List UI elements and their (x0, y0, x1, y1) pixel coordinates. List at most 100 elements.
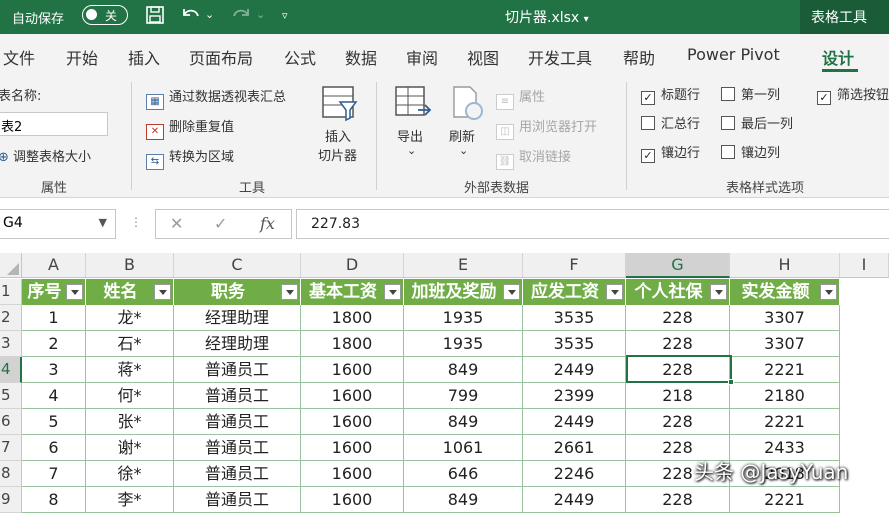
table-header-net-pay[interactable]: 实发金额 (730, 279, 840, 305)
resize-table-button[interactable]: ⊕ 调整表格大小 (0, 146, 91, 165)
cell-h6[interactable]: 2221 (730, 409, 840, 435)
checkbox-banded-columns[interactable]: 镶边列 (721, 142, 780, 161)
checkbox-filter-button[interactable]: ✓ 筛选按钮 (817, 84, 889, 105)
cell-h3[interactable]: 3307 (730, 331, 840, 357)
cell-c9[interactable]: 普通员工 (174, 487, 301, 513)
export-icon[interactable] (394, 84, 432, 122)
tab-view[interactable]: 视图 (467, 45, 499, 69)
tab-data[interactable]: 数据 (345, 45, 377, 69)
summarize-pivot-button[interactable]: ▦ 通过数据透视表汇总 (146, 86, 286, 110)
row-header-6[interactable]: 6 (0, 409, 22, 435)
column-header-e[interactable]: E (404, 253, 523, 278)
cancel-icon[interactable]: ✕ (170, 214, 183, 233)
cell-h2[interactable]: 3307 (730, 305, 840, 331)
cell-f4[interactable]: 2449 (523, 357, 626, 383)
undo-dropdown-icon[interactable]: ⌄ (205, 8, 214, 21)
tab-review[interactable]: 审阅 (406, 45, 438, 69)
customize-toolbar-icon[interactable]: ▿ (282, 9, 288, 22)
column-header-f[interactable]: F (523, 253, 626, 278)
tab-insert[interactable]: 插入 (128, 45, 160, 69)
cell-d6[interactable]: 1600 (301, 409, 404, 435)
table-header-overtime-bonus[interactable]: 加班及奖励 (404, 279, 523, 305)
column-header-d[interactable]: D (301, 253, 404, 278)
cell-a3[interactable]: 2 (22, 331, 86, 357)
cell-d2[interactable]: 1800 (301, 305, 404, 331)
cell-b4[interactable]: 蒋* (86, 357, 174, 383)
remove-duplicates-button[interactable]: ✕ 删除重复值 (146, 116, 234, 140)
row-header-5[interactable]: 5 (0, 383, 22, 409)
insert-function-icon[interactable]: fx (260, 214, 275, 233)
row-header-4[interactable]: 4 (0, 357, 22, 383)
filter-dropdown-icon[interactable] (154, 284, 171, 300)
table-header-gross-pay[interactable]: 应发工资 (523, 279, 626, 305)
tab-developer[interactable]: 开发工具 (528, 45, 592, 69)
row-header-8[interactable]: 8 (0, 461, 22, 487)
tab-home[interactable]: 开始 (66, 45, 98, 69)
table-header-base-salary[interactable]: 基本工资 (301, 279, 404, 305)
cell-d8[interactable]: 1600 (301, 461, 404, 487)
table-header-seq[interactable]: 序号 (22, 279, 86, 305)
cell-g3[interactable]: 228 (626, 331, 730, 357)
cell-e5[interactable]: 799 (404, 383, 523, 409)
cell-g9[interactable]: 228 (626, 487, 730, 513)
cell-g6[interactable]: 228 (626, 409, 730, 435)
cell-f6[interactable]: 2449 (523, 409, 626, 435)
redo-icon[interactable] (230, 5, 252, 30)
cell-d3[interactable]: 1800 (301, 331, 404, 357)
cell-d7[interactable]: 1600 (301, 435, 404, 461)
checkbox-header-row[interactable]: ✓ 标题行 (641, 84, 700, 105)
cell-b9[interactable]: 李* (86, 487, 174, 513)
filter-dropdown-icon[interactable] (820, 284, 837, 300)
cell-d4[interactable]: 1600 (301, 357, 404, 383)
name-box-dropdown-icon[interactable]: ▼ (99, 216, 107, 229)
filter-dropdown-icon[interactable] (503, 284, 520, 300)
cell-a2[interactable]: 1 (22, 305, 86, 331)
properties-button[interactable]: ≡ 属性 (496, 86, 545, 110)
cell-a5[interactable]: 4 (22, 383, 86, 409)
tab-page-layout[interactable]: 页面布局 (189, 45, 253, 69)
cell-e8[interactable]: 646 (404, 461, 523, 487)
cell-b5[interactable]: 何* (86, 383, 174, 409)
cell-c4[interactable]: 普通员工 (174, 357, 301, 383)
cell-c7[interactable]: 普通员工 (174, 435, 301, 461)
table-header-position[interactable]: 职务 (174, 279, 301, 305)
column-header-h[interactable]: H (730, 253, 840, 278)
refresh-label[interactable]: 刷新 (449, 126, 475, 145)
undo-icon[interactable] (180, 5, 202, 30)
export-dropdown-icon[interactable]: ⌄ (407, 144, 416, 157)
enter-icon[interactable]: ✓ (214, 214, 227, 233)
cell-b2[interactable]: 龙* (86, 305, 174, 331)
cell-b3[interactable]: 石* (86, 331, 174, 357)
filter-dropdown-icon[interactable] (710, 284, 727, 300)
cell-a9[interactable]: 8 (22, 487, 86, 513)
checkbox-first-column[interactable]: 第一列 (721, 84, 780, 103)
redo-dropdown-icon[interactable]: ⌄ (256, 8, 265, 21)
cell-b8[interactable]: 徐* (86, 461, 174, 487)
column-header-c[interactable]: C (174, 253, 301, 278)
column-header-g[interactable]: G (626, 253, 730, 278)
tab-power-pivot[interactable]: Power Pivot (687, 45, 780, 64)
row-header-2[interactable]: 2 (0, 305, 22, 331)
cell-b7[interactable]: 谢* (86, 435, 174, 461)
cell-a4[interactable]: 3 (22, 357, 86, 383)
insert-slicer-icon[interactable] (320, 84, 360, 124)
checkbox-banded-rows[interactable]: ✓ 镶边行 (641, 142, 700, 163)
column-header-i[interactable]: I (840, 253, 889, 278)
cell-d5[interactable]: 1600 (301, 383, 404, 409)
cell-d9[interactable]: 1600 (301, 487, 404, 513)
unlink-button[interactable]: ⛓ 取消链接 (496, 146, 571, 170)
formula-input[interactable]: 227.83 (296, 209, 889, 239)
cell-g5[interactable]: 218 (626, 383, 730, 409)
table-header-social-security[interactable]: 个人社保 (626, 279, 730, 305)
cell-e7[interactable]: 1061 (404, 435, 523, 461)
save-icon[interactable] (145, 5, 165, 30)
cell-e3[interactable]: 1935 (404, 331, 523, 357)
checkbox-last-column[interactable]: 最后一列 (721, 113, 793, 132)
select-all-corner[interactable] (0, 253, 22, 278)
column-header-b[interactable]: B (86, 253, 174, 278)
filter-dropdown-icon[interactable] (384, 284, 401, 300)
name-box[interactable]: G4 ▼ (0, 209, 116, 239)
column-header-a[interactable]: A (22, 253, 86, 278)
insert-slicer-label-1[interactable]: 插入 (325, 126, 351, 145)
file-name[interactable]: 切片器.xlsx ▾ (505, 7, 589, 27)
